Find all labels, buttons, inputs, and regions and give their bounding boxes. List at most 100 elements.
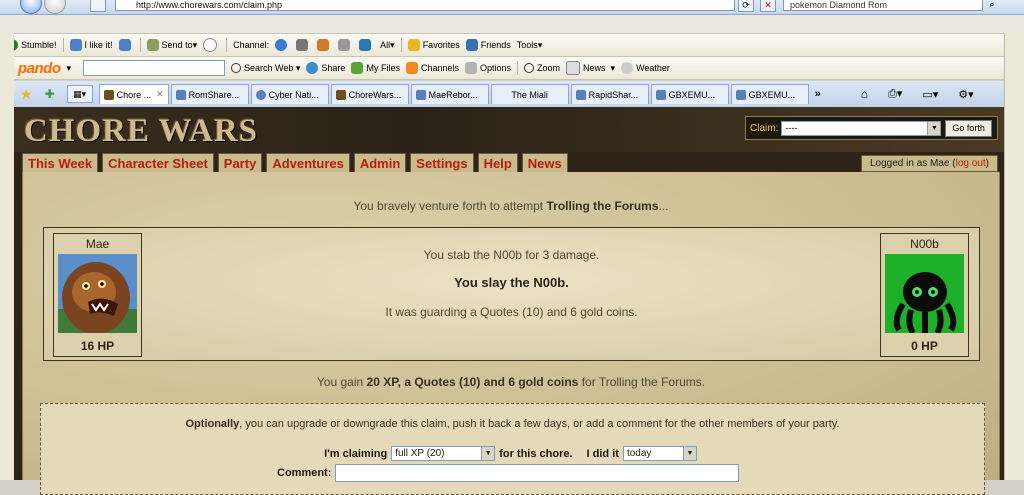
home-icon[interactable]: ⌂	[861, 87, 868, 101]
speech-bubble-icon	[203, 38, 218, 52]
dislike-button[interactable]	[118, 39, 134, 51]
channel-tv[interactable]	[359, 39, 374, 51]
tab-admin[interactable]: Admin	[353, 153, 407, 172]
date-select[interactable]: today ▼	[622, 446, 697, 461]
tab-help[interactable]: Help	[477, 153, 518, 172]
more-tabs-button[interactable]: »	[815, 88, 821, 100]
all-dropdown[interactable]: All ▾	[380, 40, 395, 51]
comment-label: Comment:	[277, 467, 332, 479]
search-icon[interactable]: ⌕	[985, 0, 999, 10]
player-name: Mae	[85, 237, 110, 251]
browser-tab[interactable]: ChoreWars...	[330, 84, 409, 104]
player-avatar	[58, 254, 137, 333]
news-button[interactable]: News ▾	[566, 61, 615, 75]
forward-button[interactable]	[44, 0, 66, 14]
dropdown-arrow-icon: ▼	[682, 447, 696, 460]
chorewars-logo[interactable]: CHORE WARS	[24, 113, 258, 150]
comment-input[interactable]	[335, 464, 740, 482]
zoom-icon	[524, 63, 535, 73]
tab-this-week[interactable]: This Week	[22, 153, 99, 172]
options-button[interactable]: Options	[464, 62, 511, 74]
claim-select[interactable]: ---- ▼	[781, 120, 942, 136]
claim-options-box: Optionally, you can upgrade or downgrade…	[40, 403, 985, 495]
tab-favicon-icon	[255, 89, 266, 100]
left-edge	[0, 33, 14, 480]
battle-line-slay: You slay the N00b.	[454, 275, 569, 290]
channel-globe[interactable]	[275, 39, 290, 51]
search-input[interactable]: pokemon Diamond Rom	[783, 0, 983, 11]
enemy-avatar	[885, 254, 964, 333]
channel-label: Channel:	[233, 40, 270, 50]
weather-button[interactable]: Weather	[621, 62, 670, 74]
back-button[interactable]	[20, 0, 42, 14]
zoom-button[interactable]: Zoom	[524, 63, 560, 73]
tag-icon	[338, 39, 351, 51]
friends-icon	[465, 39, 478, 51]
tab-list-icon[interactable]: ▦▾	[66, 85, 93, 103]
dropdown-arrow-icon: ▼	[927, 121, 941, 135]
print-icon[interactable]: ⎙▾	[888, 87, 902, 101]
logout-link[interactable]: log out	[956, 158, 986, 169]
tab-favicon-icon	[575, 89, 586, 100]
files-icon	[351, 62, 364, 74]
search-web-button[interactable]: Search Web ▾	[231, 63, 300, 74]
add-favorite-icon[interactable]: ✚	[45, 87, 55, 101]
refresh-icon[interactable]: ⟳	[738, 0, 754, 12]
friends-button[interactable]: Friends	[465, 39, 511, 51]
battle-line-damage: You stab the N00b for 3 damage.	[423, 248, 600, 262]
channel-game[interactable]	[296, 39, 311, 51]
share-button[interactable]: Share	[306, 62, 345, 74]
comment-button[interactable]	[203, 38, 220, 52]
vertical-scrollbar[interactable]	[1004, 33, 1024, 480]
go-forth-button[interactable]: Go forth	[945, 119, 992, 137]
chorewars-page: CHORE WARS Claim: ---- ▼ Go forth This W…	[14, 107, 1004, 495]
browser-tab[interactable]: Cyber Nati...	[250, 84, 329, 104]
claiming-label: I'm claiming	[324, 447, 388, 460]
address-input[interactable]: http://www.chorewars.com/claim.php	[115, 0, 735, 11]
my-files-button[interactable]: My Files	[351, 62, 400, 74]
close-tab-icon[interactable]: ✕	[156, 89, 164, 100]
tab-news[interactable]: News	[521, 153, 568, 172]
channels-button[interactable]: Channels	[405, 62, 459, 74]
for-chore-label: for this chore.	[499, 447, 573, 460]
tab-party[interactable]: Party	[217, 153, 263, 172]
login-status: Logged in as Mae (log out)	[861, 155, 998, 172]
browser-tab[interactable]: GBXEMU...	[650, 84, 729, 104]
browser-tab[interactable]: The Miali	[490, 84, 569, 104]
tab-character-sheet[interactable]: Character Sheet	[102, 153, 214, 172]
newspaper-icon	[566, 61, 581, 75]
pando-dropdown-icon[interactable]: ▾	[67, 63, 72, 74]
pando-search-input[interactable]	[83, 60, 226, 76]
player-hp: 16 HP	[80, 339, 115, 353]
favorites-button[interactable]: Favorites	[407, 39, 460, 51]
browser-tab[interactable]: GBXEMU...	[730, 84, 809, 104]
star-icon	[407, 39, 420, 51]
people-icon	[317, 39, 330, 51]
browser-tab[interactable]: RapidShar...	[570, 84, 649, 104]
magnifier-icon	[231, 63, 242, 73]
send-to-button[interactable]: Send to ▾	[146, 39, 197, 51]
browser-tab[interactable]: RomShare...	[170, 84, 249, 104]
reward-message: You gain 20 XP, a Quotes (10) and 6 gold…	[316, 375, 706, 389]
player-card: Mae 16 HP	[53, 233, 142, 357]
favorites-star-icon[interactable]: ★	[20, 86, 33, 103]
site-nav: This Week Character Sheet Party Adventur…	[22, 153, 572, 172]
stop-icon[interactable]: ✕	[760, 0, 776, 12]
channel-people[interactable]	[317, 39, 332, 51]
browser-tab-active[interactable]: Chore ... ✕	[98, 84, 169, 104]
tools-menu[interactable]: Tools ▾	[517, 40, 543, 51]
tab-favicon-icon	[655, 89, 666, 100]
tab-favicon-icon	[175, 89, 186, 100]
channel-tag[interactable]	[338, 39, 353, 51]
reward-summary: 20 XP, a Quotes (10) and 6 gold coins	[366, 375, 579, 389]
tab-settings[interactable]: Settings	[410, 153, 474, 172]
like-button[interactable]: I like it!	[69, 39, 113, 51]
browser-tab[interactable]: MaeRebor...	[410, 84, 489, 104]
page-menu-icon[interactable]	[90, 0, 106, 12]
content-area: You bravely venture forth to attempt Tro…	[22, 172, 1000, 495]
page-icon[interactable]: ▭▾	[922, 88, 938, 101]
tools-gear-icon[interactable]: ⚙▾	[958, 88, 973, 101]
site-header: CHORE WARS Claim: ---- ▼ Go forth	[14, 107, 1004, 152]
xp-select[interactable]: full XP (20) ▼	[391, 446, 496, 461]
tab-adventures[interactable]: Adventures	[266, 153, 350, 172]
